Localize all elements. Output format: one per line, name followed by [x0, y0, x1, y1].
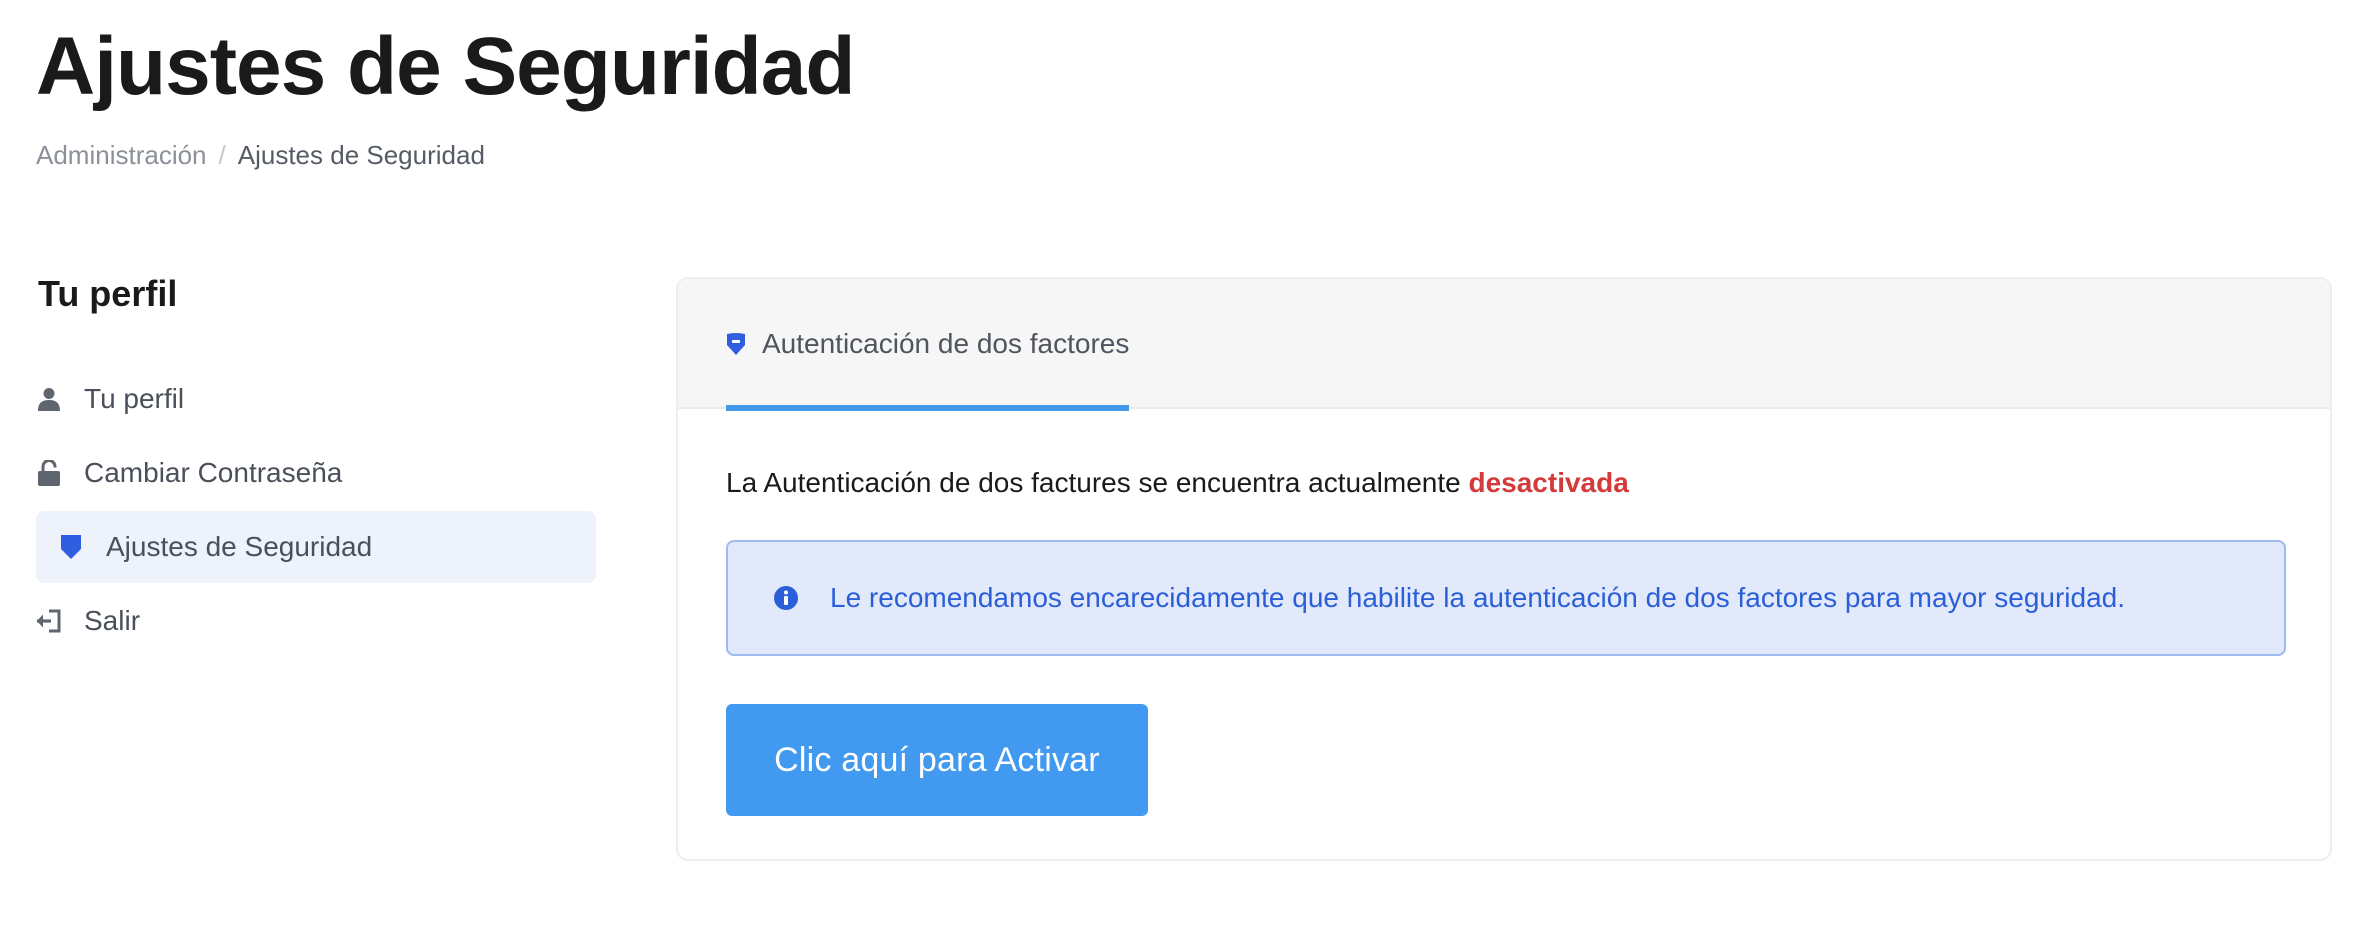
sidebar-item-label: Ajustes de Seguridad [106, 531, 373, 563]
page: Ajustes de Seguridad Administración / Aj… [0, 0, 2366, 950]
tab-label: Autenticación de dos factores [762, 328, 1130, 359]
sidebar-item-salir[interactable]: Salir [36, 585, 596, 657]
sidebar-item-label: Salir [84, 605, 141, 637]
sidebar-item-label: Cambiar Contraseña [84, 457, 343, 489]
sidebar-item-cambiar-contrasena[interactable]: Cambiar Contraseña [36, 437, 596, 509]
sidebar-nav: Tu perfil Cambiar Contraseña Ajustes de … [36, 363, 596, 657]
activate-two-factor-button[interactable]: Clic aquí para Activar [726, 704, 1148, 817]
sidebar: Tu perfil Tu perfil Cambiar Contraseña A… [36, 272, 596, 659]
card-body: La Autenticación de dos factures se encu… [678, 409, 2330, 817]
breadcrumb-current: Ajustes de Seguridad [237, 140, 485, 170]
sign-out-icon [36, 607, 62, 635]
sidebar-item-tu-perfil[interactable]: Tu perfil [36, 363, 596, 435]
shield-icon [726, 332, 746, 356]
two-factor-status: La Autenticación de dos factures se encu… [726, 463, 2282, 502]
recommendation-alert: Le recomendamos encarecidamente que habi… [726, 540, 2286, 657]
breadcrumb: Administración / Ajustes de Seguridad [36, 140, 485, 171]
info-icon [774, 586, 798, 611]
status-value: desactivada [1468, 467, 1629, 498]
alert-text: Le recomendamos encarecidamente que habi… [830, 582, 2125, 614]
breadcrumb-separator: / [218, 140, 226, 170]
page-title: Ajustes de Seguridad [36, 21, 855, 112]
breadcrumb-link-administracion[interactable]: Administración [36, 140, 207, 171]
sidebar-item-ajustes-de-seguridad[interactable]: Ajustes de Seguridad [36, 511, 596, 584]
sidebar-item-label: Tu perfil [84, 383, 185, 415]
active-tab-indicator [726, 405, 1130, 411]
sidebar-title: Tu perfil [38, 273, 178, 314]
unlock-icon [36, 459, 62, 487]
tab-two-factor-authentication[interactable]: Autenticación de dos factores [726, 279, 1130, 411]
user-icon [36, 385, 62, 413]
status-prefix: La Autenticación de dos factures se encu… [726, 467, 1461, 498]
two-factor-card: Autenticación de dos factores La Autenti… [676, 277, 2332, 861]
shield-icon [58, 533, 84, 561]
card-tabs: Autenticación de dos factores [678, 279, 2330, 411]
